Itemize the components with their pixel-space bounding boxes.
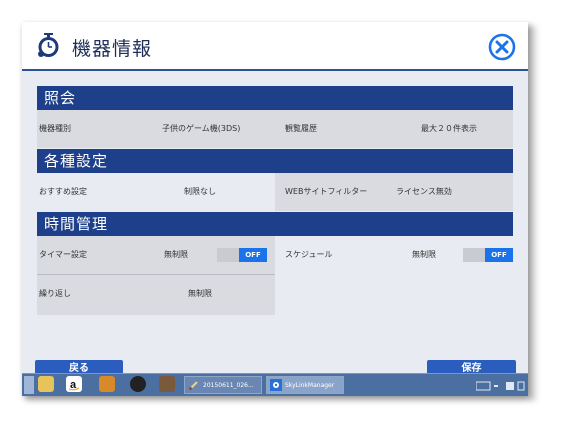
web-filter-label: WEBサイトフィルター: [285, 187, 368, 196]
device-type-label: 機器種別: [39, 124, 71, 133]
history-row: 観覧履歴 最大２０件表示: [275, 110, 513, 148]
section-header-inquiry: 照会: [37, 86, 513, 110]
taskbar-task-2[interactable]: SkyLinkManager: [266, 376, 344, 394]
schedule-toggle[interactable]: OFF: [463, 248, 513, 262]
section-header-time: 時間管理: [37, 212, 513, 236]
timer-toggle[interactable]: OFF: [217, 248, 267, 262]
folder-icon[interactable]: [38, 376, 54, 392]
device-type-row: 機器種別 子供のゲーム機(3DS): [37, 110, 275, 148]
timer-value: 無制限: [164, 250, 188, 259]
close-circle-icon[interactable]: [488, 33, 516, 61]
section-header-settings: 各種設定: [37, 149, 513, 173]
taskbar-task-2-label: SkyLinkManager: [285, 382, 335, 389]
repeat-row[interactable]: 繰り返し 無制限: [37, 275, 275, 315]
recommend-row[interactable]: おすすめ設定 制限なし: [37, 173, 275, 211]
tray-icons: [475, 381, 525, 391]
start-button[interactable]: [24, 376, 34, 394]
timer-row: タイマー設定 無制限 OFF: [37, 236, 275, 274]
taskbar: a 20150611_026... SkyLinkManager: [22, 373, 528, 396]
timer-person-icon: [38, 33, 59, 57]
schedule-row: スケジュール 無制限 OFF: [275, 236, 513, 274]
system-tray: [475, 378, 526, 392]
tv-icon[interactable]: [159, 376, 175, 392]
window-title: 機器情報: [72, 38, 153, 60]
timer-toggle-knob: OFF: [239, 248, 267, 262]
taskbar-task-1[interactable]: 20150611_026...: [184, 376, 262, 394]
amazon-icon[interactable]: a: [66, 376, 82, 392]
title-divider: [22, 69, 528, 71]
taskbar-task-1-label: 20150611_026...: [203, 382, 254, 389]
schedule-label: スケジュール: [285, 250, 333, 259]
web-filter-value: ライセンス無効: [396, 187, 452, 196]
web-filter-row[interactable]: WEBサイトフィルター ライセンス無効: [275, 173, 513, 211]
recommend-label: おすすめ設定: [39, 187, 87, 196]
repeat-label: 繰り返し: [39, 289, 71, 298]
recommend-value: 制限なし: [184, 187, 216, 196]
device-info-window: 機器情報 照会 機器種別 子供のゲーム機(3DS) 観覧履歴 最大２０件表示 各…: [22, 22, 528, 396]
timer-label: タイマー設定: [39, 250, 87, 259]
media-icon[interactable]: [130, 376, 146, 392]
repeat-value: 無制限: [188, 289, 212, 298]
schedule-value: 無制限: [412, 250, 436, 259]
brush-icon: [189, 381, 198, 390]
history-label: 観覧履歴: [285, 124, 317, 133]
schedule-toggle-knob: OFF: [485, 248, 513, 262]
amazon-glyph: a: [68, 379, 80, 391]
device-type-value: 子供のゲーム機(3DS): [162, 124, 241, 133]
title-bar: 機器情報: [22, 22, 528, 69]
history-value: 最大２０件表示: [421, 124, 477, 133]
camera-app-icon[interactable]: [99, 376, 115, 392]
gear-icon: [270, 379, 282, 391]
